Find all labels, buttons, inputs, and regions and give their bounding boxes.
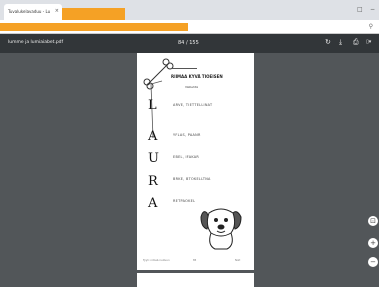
zoom-out-button[interactable]: − (368, 257, 378, 267)
close-icon[interactable]: × (55, 8, 59, 14)
plus-icon: + (370, 239, 376, 247)
footer-right: Noit (235, 259, 241, 262)
word-clue: RETPAOKEL (173, 199, 196, 203)
word-clue: EBEL, IFAKAR (173, 155, 200, 159)
letter: A (148, 129, 158, 144)
page-indicator[interactable]: 84 / 155 (178, 40, 199, 46)
worksheet-title: RIIMAA KYVÄ TIOEISEN (171, 74, 223, 79)
minus-icon: − (370, 258, 376, 266)
redaction-block-address (0, 23, 188, 31)
zoom-in-button[interactable]: + (368, 238, 378, 248)
redaction-block-top (62, 8, 125, 20)
letter: A (148, 196, 158, 211)
print-icon[interactable]: ⎙ (353, 39, 359, 46)
word-clue: YFLAS, PAANR (173, 133, 201, 137)
rotate-icon[interactable]: ↻ (325, 39, 331, 46)
dog-illustration (200, 208, 242, 250)
word-clue: ARVE, TIETTELLINAT (173, 103, 213, 107)
browser-tab[interactable]: Tuvalukelavaduu - Lu × (4, 4, 62, 20)
search-icon[interactable]: ⚲ (369, 23, 373, 30)
pdf-filename: lumme ja lumiaiabet.pdf (8, 40, 64, 45)
window-close-icon[interactable]: − (370, 6, 375, 13)
worksheet-subtitle: Välilehtä (185, 85, 198, 89)
page-number: 85 (193, 259, 197, 262)
letter: U (148, 151, 159, 166)
pdf-page: RIIMAA KYVÄ TIOEISEN Välilehtä L ARVE, T… (137, 53, 254, 270)
letter: L (148, 98, 157, 113)
download-icon[interactable]: ⤓ (339, 39, 342, 46)
fit-icon: ⊡ (370, 217, 376, 225)
maximize-icon[interactable]: □ (357, 6, 363, 13)
next-pdf-page (137, 273, 254, 287)
tab-title: Tuvalukelavaduu - Lu (8, 9, 51, 14)
tab-strip: Tuvalukelavaduu - Lu × □ − (0, 0, 379, 20)
letter: R (148, 174, 158, 189)
divider (171, 68, 197, 69)
footer-left: Tyyli: nimeä ruutuun (143, 259, 170, 262)
fit-page-button[interactable]: ⊡ (368, 216, 378, 226)
pdf-toolbar: lumme ja lumiaiabet.pdf 84 / 155 ↻ ⤓ ⎙ ▯… (0, 34, 379, 53)
more-icon[interactable]: ▯▾ (366, 39, 371, 46)
word-clue: BRKE, BTOKELLTNA (173, 177, 211, 181)
